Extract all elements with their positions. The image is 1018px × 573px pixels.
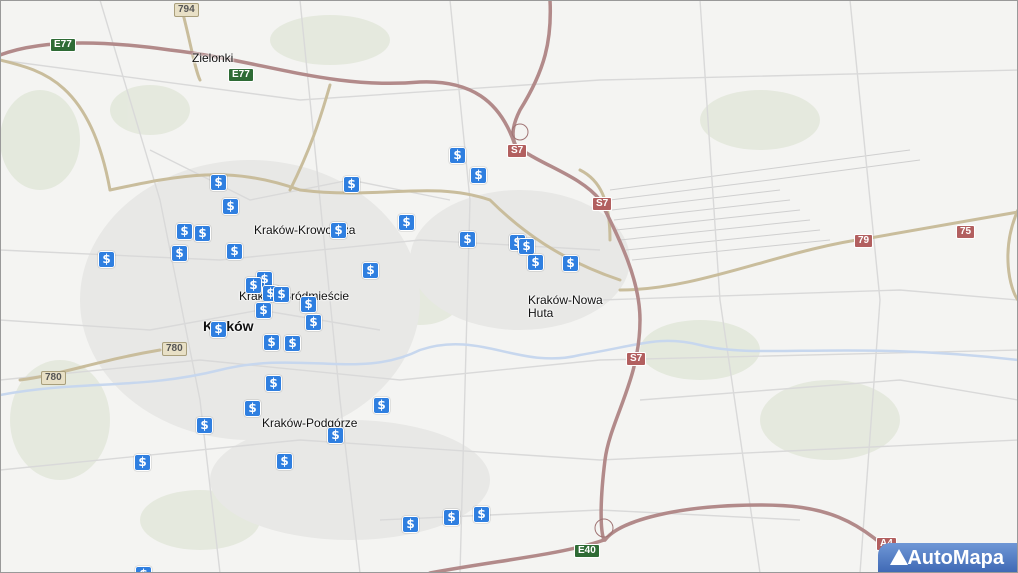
- bank-dollar-icon[interactable]: $: [373, 397, 390, 414]
- bank-dollar-icon[interactable]: $: [518, 238, 535, 255]
- bank-dollar-icon[interactable]: $: [134, 454, 151, 471]
- bank-dollar-icon[interactable]: $: [398, 214, 415, 231]
- bank-dollar-icon[interactable]: $: [473, 506, 490, 523]
- bank-dollar-icon[interactable]: $: [98, 251, 115, 268]
- road-shield-780: 780: [162, 342, 187, 356]
- bank-dollar-icon[interactable]: $: [562, 255, 579, 272]
- bank-dollar-icon[interactable]: $: [330, 222, 347, 239]
- bank-dollar-icon[interactable]: $: [343, 176, 360, 193]
- bank-dollar-icon[interactable]: $: [176, 223, 193, 240]
- bank-dollar-icon[interactable]: $: [305, 314, 322, 331]
- road-shield-75: 75: [956, 225, 976, 239]
- bank-dollar-icon[interactable]: $: [171, 245, 188, 262]
- map-view[interactable]: Zielonki Kraków-Krowodrza Kraków-Śródmie…: [0, 0, 1018, 573]
- bank-dollar-icon[interactable]: $: [226, 243, 243, 260]
- road-shield-s7: S7: [592, 197, 613, 211]
- place-label-zielonki: Zielonki: [192, 51, 234, 65]
- bank-dollar-icon[interactable]: $: [276, 453, 293, 470]
- bank-dollar-icon[interactable]: $: [255, 302, 272, 319]
- bank-dollar-icon[interactable]: $: [244, 400, 261, 417]
- bank-dollar-icon[interactable]: $: [443, 509, 460, 526]
- automapa-arrow-icon: [890, 549, 908, 565]
- bank-dollar-icon[interactable]: $: [402, 516, 419, 533]
- road-shield-e77: E77: [50, 38, 76, 52]
- bank-dollar-icon[interactable]: $: [265, 375, 282, 392]
- road-shield-e40: E40: [574, 544, 600, 558]
- bank-dollar-icon[interactable]: $: [245, 277, 262, 294]
- road-shield-794: 794: [174, 3, 199, 17]
- place-label-krakow-nowa-huta: Kraków-Nowa Huta: [528, 293, 603, 320]
- bank-dollar-icon[interactable]: $: [362, 262, 379, 279]
- map-base-layer: [0, 0, 1018, 573]
- road-shield-780: 780: [41, 371, 66, 385]
- road-shield-e77: E77: [228, 68, 254, 82]
- road-shield-s7: S7: [626, 352, 647, 366]
- bank-dollar-icon[interactable]: $: [300, 296, 317, 313]
- bank-dollar-icon[interactable]: $: [194, 225, 211, 242]
- bank-dollar-icon[interactable]: $: [210, 174, 227, 191]
- automapa-logo-text: AutoMapa: [907, 547, 1004, 569]
- bank-dollar-icon[interactable]: $: [210, 321, 227, 338]
- road-shield-s7: S7: [507, 144, 528, 158]
- bank-dollar-icon[interactable]: $: [327, 427, 344, 444]
- bank-dollar-icon[interactable]: $: [196, 417, 213, 434]
- bank-dollar-icon[interactable]: $: [459, 231, 476, 248]
- bank-dollar-icon[interactable]: $: [527, 254, 544, 271]
- bank-dollar-icon[interactable]: $: [222, 198, 239, 215]
- bank-dollar-icon[interactable]: $: [470, 167, 487, 184]
- bank-dollar-icon[interactable]: $: [263, 334, 280, 351]
- bank-dollar-icon[interactable]: $: [135, 566, 152, 573]
- automapa-logo: AutoMapa: [878, 543, 1018, 573]
- bank-dollar-icon[interactable]: $: [284, 335, 301, 352]
- road-shield-79: 79: [854, 234, 874, 248]
- bank-dollar-icon[interactable]: $: [449, 147, 466, 164]
- bank-dollar-icon[interactable]: $: [273, 286, 290, 303]
